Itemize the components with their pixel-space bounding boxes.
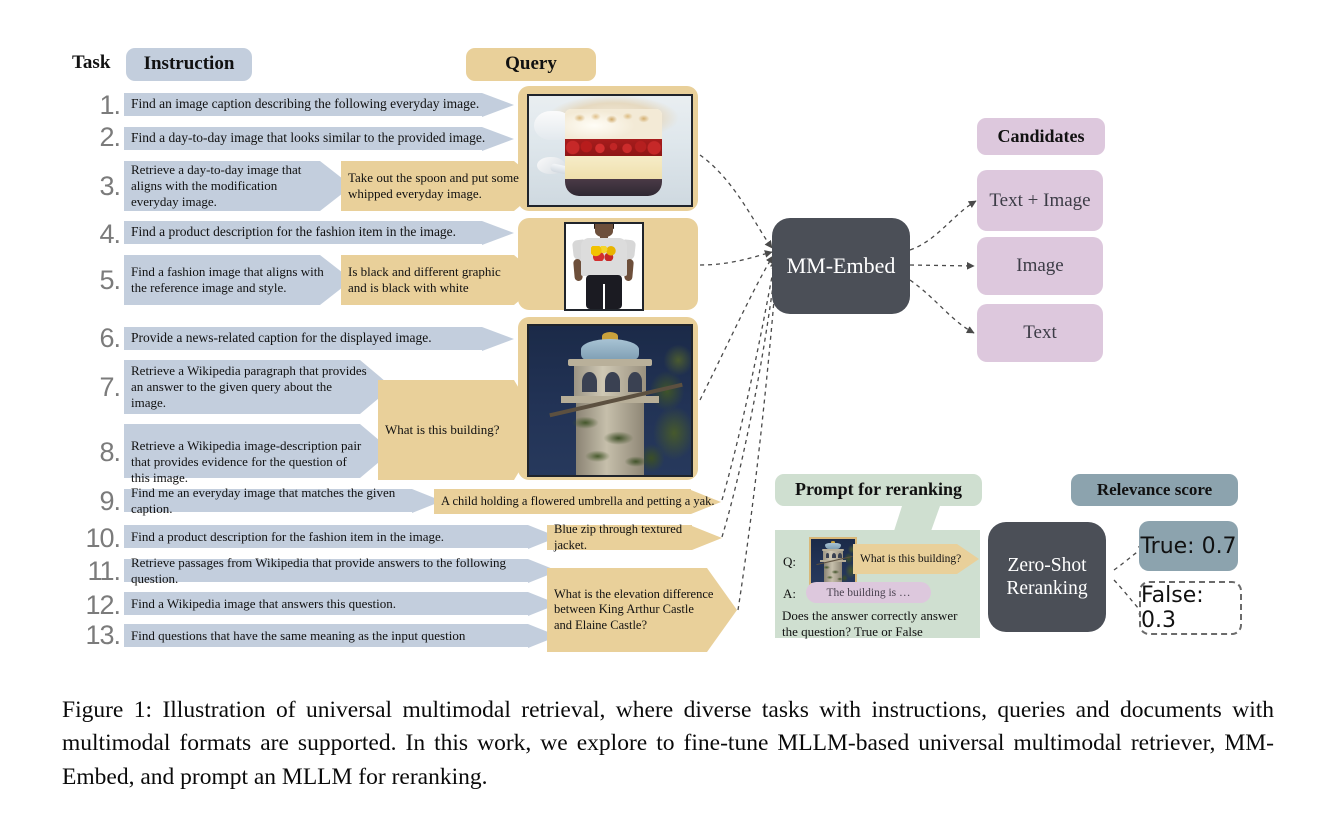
instruction-text-12: Find a Wikipedia image that answers this…	[131, 595, 396, 611]
query-text-jacket: Blue zip through textured jacket.	[554, 522, 683, 552]
instruction-arrow-5: Find a fashion image that aligns with th…	[124, 255, 352, 305]
candidates-column-header: Candidates	[977, 118, 1105, 155]
rerank-label-line2: Reranking	[1006, 578, 1088, 599]
query-card-tshirt	[518, 218, 698, 311]
query-text-elevation-question: What is the elevation difference between…	[554, 587, 714, 632]
query-text-building-question: What is this building?	[385, 422, 500, 438]
prompt-footer-line2: question? True or False	[801, 624, 923, 640]
instruction-text-3: Retrieve a day-to-day image that aligns …	[131, 162, 302, 209]
prompt-panel: Q: What is this building? A: The buildin…	[775, 530, 980, 640]
query-arrow-jacket: Blue zip through textured jacket.	[547, 522, 722, 552]
true-score: True: 0.7	[1139, 521, 1238, 571]
task-number-1: 1.	[99, 90, 121, 120]
instruction-text-6: Provide a news-related caption for the d…	[131, 330, 432, 346]
query-arrow-elevation-question: What is the elevation difference between…	[547, 568, 737, 652]
trifle-dessert-image	[527, 94, 693, 207]
instruction-text-2: Find a day-to-day image that looks simil…	[131, 130, 486, 146]
prompt-a-label: A:	[783, 586, 796, 601]
task-number-5: 5.	[99, 265, 121, 295]
query-column-header: Query	[466, 48, 596, 81]
false-score: False: 0.3	[1139, 581, 1242, 635]
prompt-question-text: What is this building?	[860, 552, 962, 565]
prompt-answer-bubble: The building is …	[806, 582, 931, 603]
task-column-header: Task	[72, 52, 111, 73]
instruction-arrow-10: Find a product description for the fashi…	[124, 524, 558, 549]
instruction-arrow-12: Find a Wikipedia image that answers this…	[124, 591, 558, 616]
instruction-text-11: Retrieve passages from Wikipedia that pr…	[131, 554, 507, 586]
query-arrow-yak-caption: A child holding a flowered umbrella and …	[434, 489, 721, 514]
task-number-13: 13.	[85, 620, 121, 650]
instruction-text-10: Find a product description for the fashi…	[131, 528, 445, 544]
instruction-arrow-4: Find a product description for the fashi…	[124, 220, 514, 245]
relevance-section-header: Relevance score	[1071, 474, 1238, 506]
instruction-arrow-3: Retrieve a day-to-day image that aligns …	[124, 161, 352, 211]
query-arrow-fashion-style: Is black and different graphic and is bl…	[341, 255, 544, 305]
instruction-text-13: Find questions that have the same meanin…	[131, 627, 466, 643]
figure-caption: Figure 1: Illustration of universal mult…	[62, 697, 1274, 790]
query-card-trifle	[518, 86, 698, 211]
candidate-image: Image	[977, 237, 1103, 295]
task-number-4: 4.	[99, 219, 121, 249]
candidate-text: Text	[977, 304, 1103, 362]
query-arrow-modification: Take out the spoon and put some whipped …	[341, 161, 544, 211]
query-card-tower	[518, 317, 698, 480]
task-number-8: 8.	[99, 437, 121, 467]
query-text-yak-caption: A child holding a flowered umbrella and …	[441, 493, 715, 508]
instruction-arrow-11: Retrieve passages from Wikipedia that pr…	[124, 555, 558, 586]
rerank-label-line1: Zero-Shot	[1007, 555, 1087, 576]
instruction-text-5: Find a fashion image that aligns with th…	[131, 264, 324, 295]
instruction-arrow-8: Retrieve a Wikipedia image-description p…	[124, 424, 392, 485]
prompt-question-arrow: What is this building?	[853, 544, 979, 574]
task-number-2: 2.	[99, 122, 121, 152]
task-number-3: 3.	[99, 171, 121, 201]
instruction-arrow-13: Find questions that have the same meanin…	[124, 623, 558, 648]
instruction-text-4: Find a product description for the fashi…	[131, 224, 457, 240]
prompt-section-header: Prompt for reranking	[775, 474, 982, 506]
task-number-12: 12.	[85, 590, 121, 620]
prompt-q-label: Q:	[783, 554, 796, 569]
mm-embed-model-box: MM-Embed	[772, 218, 910, 314]
instruction-arrow-7: Retrieve a Wikipedia paragraph that prov…	[124, 360, 392, 414]
task-number-9: 9.	[99, 486, 121, 516]
instruction-arrow-6: Provide a news-related caption for the d…	[124, 326, 514, 351]
instruction-arrow-2: Find a day-to-day image that looks simil…	[124, 126, 514, 151]
instruction-text-8: Retrieve a Wikipedia image-description p…	[131, 438, 362, 485]
task-number-11: 11.	[87, 556, 121, 586]
instruction-column-header: Instruction	[126, 48, 252, 81]
figure-canvas: Task Instruction Query Candidates Prompt…	[0, 0, 1334, 840]
prompt-thumbnail-tower	[809, 537, 857, 585]
query-text-fashion-style: Is black and different graphic and is bl…	[348, 264, 501, 295]
instruction-arrow-9: Find me an everyday image that matches t…	[124, 485, 442, 516]
instruction-text-9: Find me an everyday image that matches t…	[131, 484, 396, 516]
tshirt-model-image	[564, 222, 644, 311]
clock-tower-image	[527, 324, 693, 477]
task-number-6: 6.	[99, 323, 121, 353]
instruction-arrow-1: Find an image caption describing the fol…	[124, 92, 514, 117]
task-number-10: 10.	[85, 523, 121, 553]
zero-shot-reranking-box: Zero-Shot Reranking	[988, 522, 1106, 632]
task-number-7: 7.	[99, 372, 121, 402]
instruction-text-7: Retrieve a Wikipedia paragraph that prov…	[131, 363, 367, 410]
query-text-modification: Take out the spoon and put some whipped …	[348, 170, 519, 201]
instruction-text-1: Find an image caption describing the fol…	[131, 96, 480, 112]
candidate-text-image: Text + Image	[977, 170, 1103, 231]
